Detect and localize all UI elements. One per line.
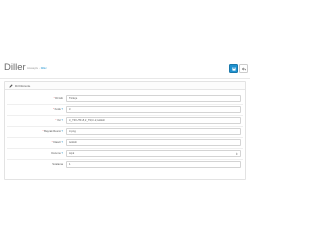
row-divider [7,115,243,116]
help-icon[interactable]: ? [62,141,64,144]
form-row-sort-order: Sıralama 1 [5,161,245,168]
help-icon[interactable]: ? [62,152,64,155]
header-divider [0,78,250,79]
page-header: Diller Anasayfa›Diller [0,58,250,80]
panel-title: Dil Düzenle [15,83,31,88]
save-icon [231,66,236,71]
help-icon[interactable]: ? [62,130,64,133]
field-label: *Bayrak Resmi? [42,129,64,133]
name-input[interactable]: Türkçe [66,95,241,102]
row-divider [7,137,243,138]
field-label: Durumu? [51,151,64,155]
breadcrumb-separator: › [38,67,40,70]
row-divider [7,159,243,160]
field-label: *Dil Adı [53,96,63,100]
help-icon[interactable]: ? [62,119,64,122]
select-caret-icon: ⇕ [235,152,238,156]
field-label: *Kodu? [52,107,64,111]
breadcrumb-home[interactable]: Anasayfa [27,67,38,70]
cancel-button[interactable] [239,64,248,73]
flag-image-input[interactable]: tr.png [66,128,241,135]
form-row-status: Durumu? Açık ⇕ [5,150,245,157]
form-row-code: *Kodu? tr [5,106,245,113]
breadcrumb-current[interactable]: Diller [41,67,47,70]
form-row-flag: *Bayrak Resmi? tr.png [5,128,245,135]
code-input[interactable]: tr [66,106,241,113]
edit-panel: Dil Düzenle *Dil Adı Türkçe *Kodu? tr *Y… [4,81,246,180]
save-button[interactable] [229,64,238,73]
form-row-locale: *Yer? tr_TR.UTF-8,tr_TR,tr-tr,turkish [5,117,245,124]
panel-heading: Dil Düzenle [5,82,245,90]
field-label: *Klasör? [51,140,64,144]
help-icon[interactable]: ? [62,108,64,111]
row-divider [7,126,243,127]
pencil-icon [9,83,13,88]
form-row-name: *Dil Adı Türkçe [5,95,245,102]
field-label: *Yer? [55,118,64,122]
page-title: Diller [4,62,26,73]
directory-input[interactable]: turkish [66,139,241,146]
field-label: Sıralama [52,162,63,166]
sort-order-input[interactable]: 1 [66,161,241,168]
reply-icon [241,67,246,70]
locale-input[interactable]: tr_TR.UTF-8,tr_TR,tr-tr,turkish [66,117,241,124]
row-divider [7,104,243,105]
row-divider [7,148,243,149]
breadcrumb: Anasayfa›Diller [27,67,47,70]
form-row-directory: *Klasör? turkish [5,139,245,146]
status-select[interactable]: Açık ⇕ [66,150,241,157]
